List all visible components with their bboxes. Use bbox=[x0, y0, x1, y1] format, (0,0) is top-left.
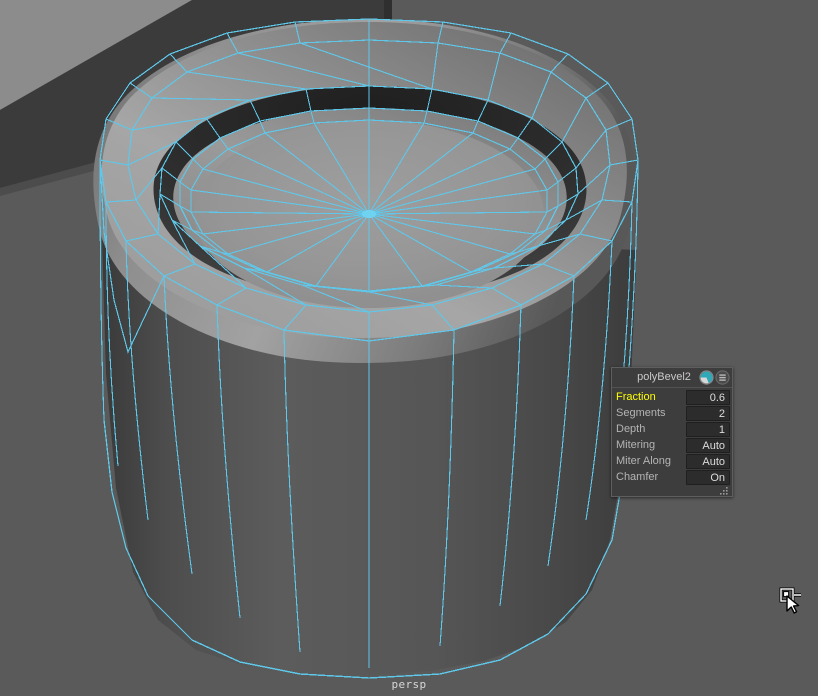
row-miter-along-label: Miter Along bbox=[616, 455, 672, 467]
perspective-viewport[interactable]: persp bbox=[0, 0, 818, 696]
row-segments-value[interactable]: 2 bbox=[686, 405, 730, 421]
select-arrow-cursor bbox=[779, 587, 801, 614]
panel-resize-grip[interactable] bbox=[612, 487, 732, 496]
row-chamfer-label: Chamfer bbox=[616, 471, 659, 483]
row-fraction-label: Fraction bbox=[616, 391, 656, 403]
row-mitering-label: Mitering bbox=[616, 439, 656, 451]
resize-grip-dots-icon bbox=[720, 487, 728, 495]
row-fraction-value[interactable]: 0.6 bbox=[686, 389, 730, 405]
row-depth[interactable]: Depth 1 bbox=[614, 421, 730, 437]
row-miter-along-value[interactable]: Auto bbox=[686, 453, 730, 469]
row-mitering[interactable]: Mitering Auto bbox=[614, 437, 730, 453]
row-miter-along[interactable]: Miter Along Auto bbox=[614, 453, 730, 469]
row-depth-value[interactable]: 1 bbox=[686, 421, 730, 437]
attribute-sphere-icon[interactable] bbox=[699, 370, 714, 385]
panel-title: polyBevel2 bbox=[637, 371, 691, 383]
row-chamfer-value[interactable]: On bbox=[686, 469, 730, 485]
viewport-render bbox=[0, 0, 818, 696]
row-mitering-value[interactable]: Auto bbox=[686, 437, 730, 453]
panel-attribute-rows: Fraction 0.6 Segments 2 Depth 1 Mitering… bbox=[612, 388, 732, 487]
row-depth-label: Depth bbox=[616, 423, 646, 435]
poly-bevel-tool-panel[interactable]: polyBevel2 Fraction 0.6 Segments 2 Depth… bbox=[611, 367, 733, 497]
panel-titlebar[interactable]: polyBevel2 bbox=[612, 368, 732, 388]
menu-hamburger-icon[interactable] bbox=[715, 370, 730, 385]
maya-viewport-window: persp polyBevel2 Fraction 0.6 Segments 2… bbox=[0, 0, 818, 696]
row-segments[interactable]: Segments 2 bbox=[614, 405, 730, 421]
row-chamfer[interactable]: Chamfer On bbox=[614, 469, 730, 485]
row-segments-label: Segments bbox=[616, 407, 666, 419]
row-fraction[interactable]: Fraction 0.6 bbox=[614, 389, 730, 405]
